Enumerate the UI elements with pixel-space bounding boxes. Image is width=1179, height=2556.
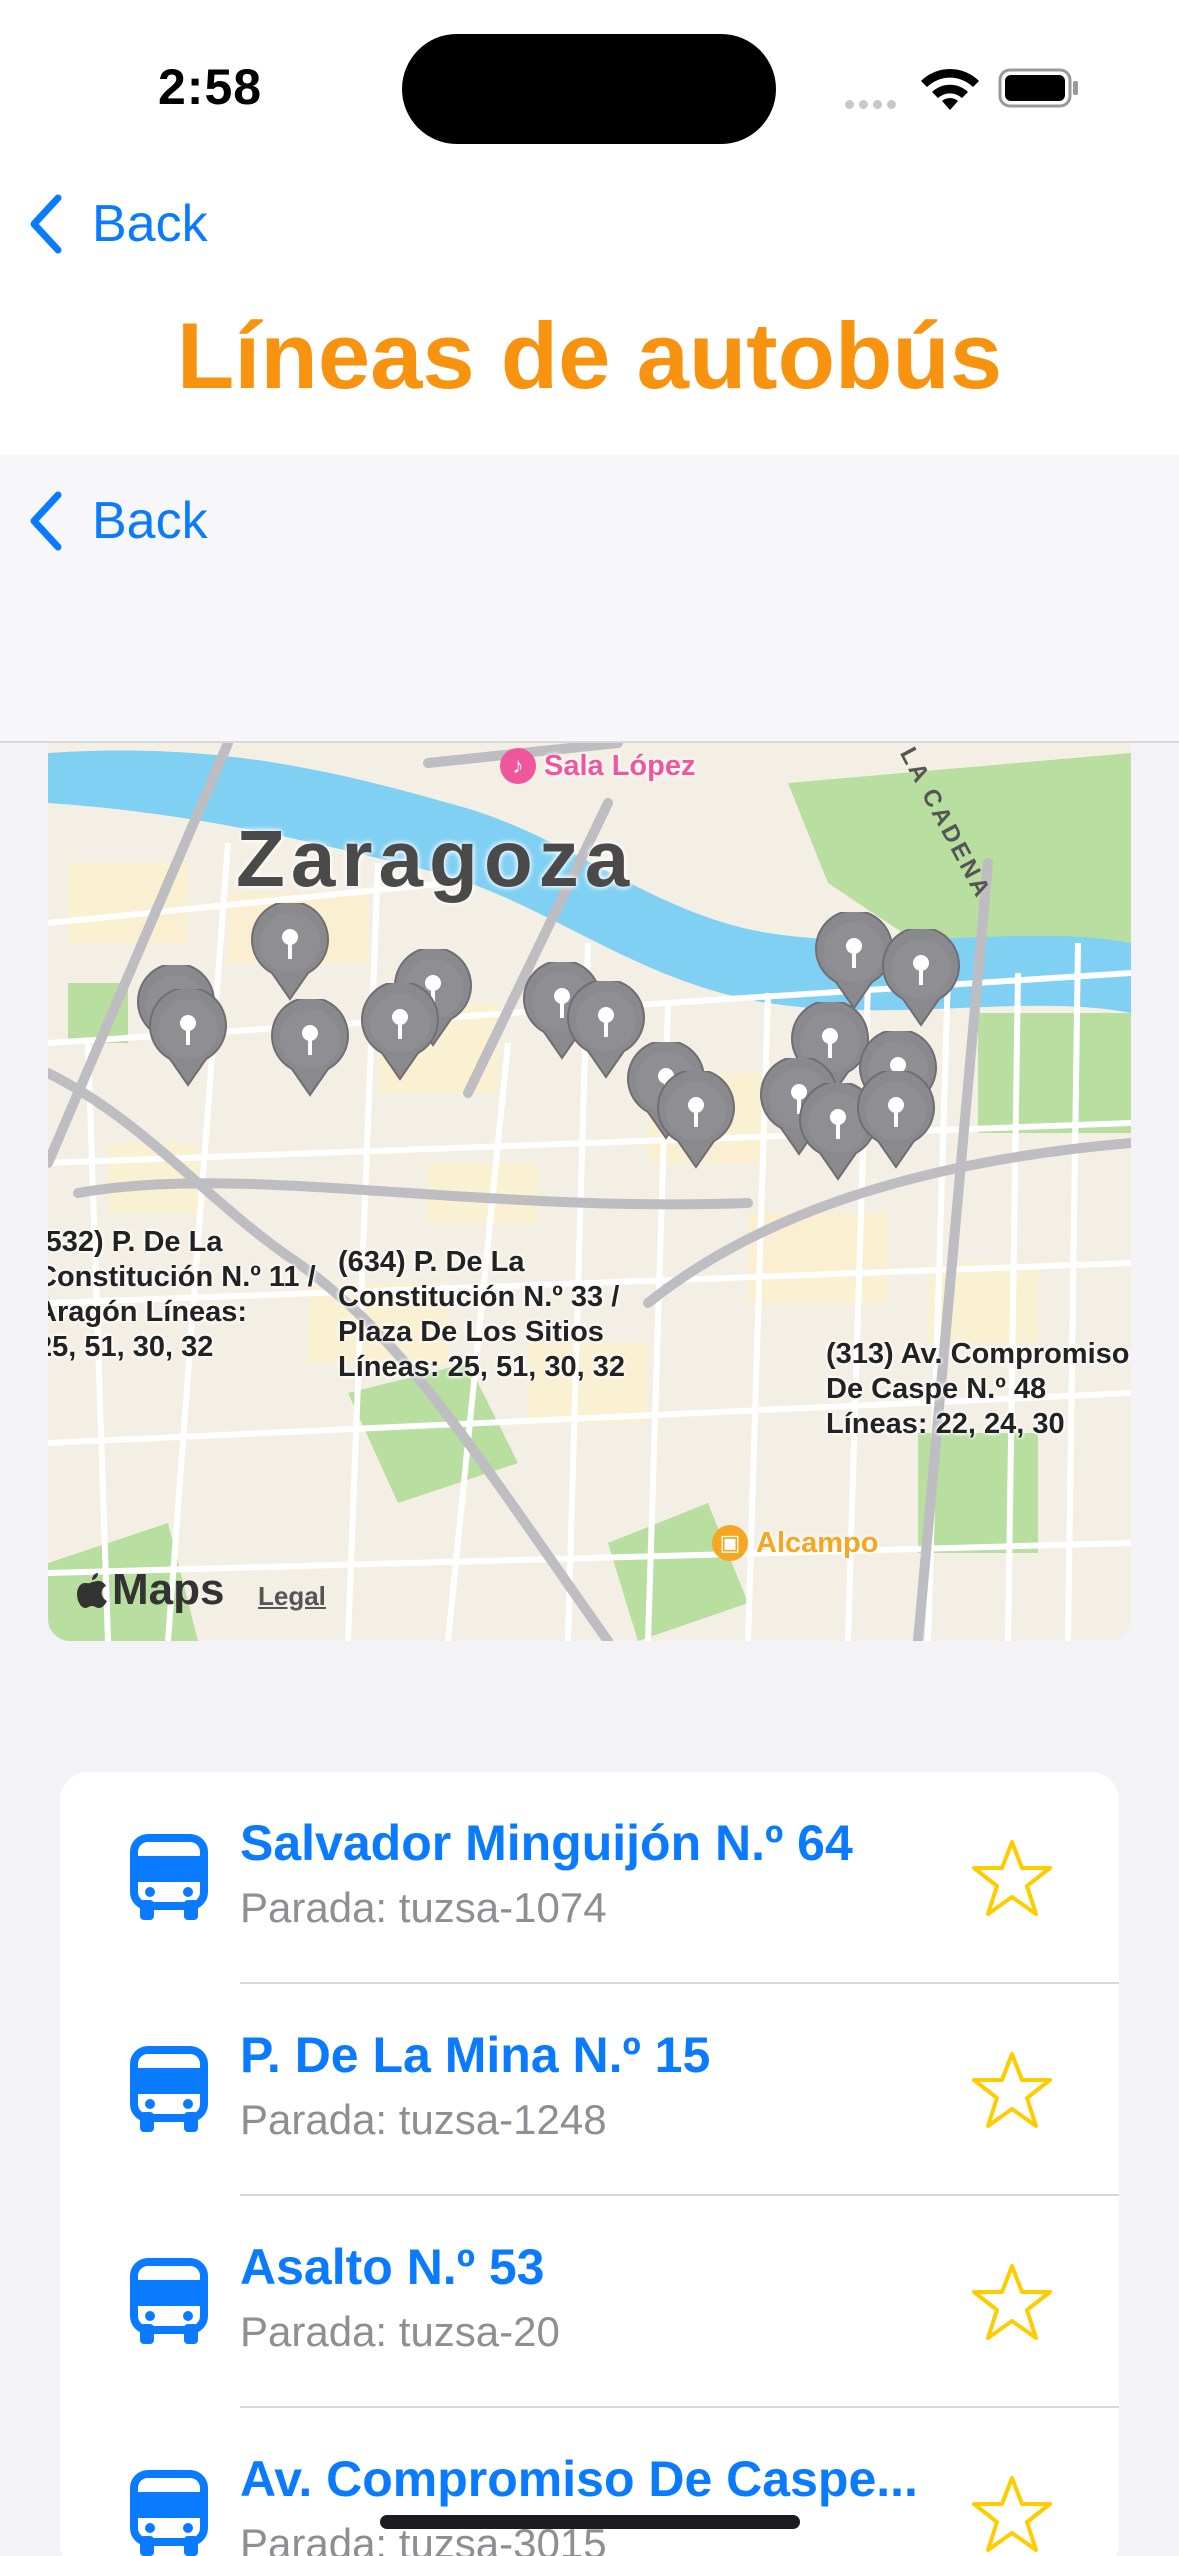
navigation-bar: Back Líneas de autobús <box>0 170 1179 455</box>
home-indicator[interactable] <box>380 2515 800 2529</box>
apple-logo-icon <box>77 1573 107 1608</box>
bus-icon <box>130 1834 208 1920</box>
chevron-left-icon <box>30 194 62 254</box>
cellular-signal-icon <box>845 96 901 114</box>
dynamic-island <box>402 34 776 144</box>
stop-list: Salvador Minguijón N.º 64 Parada: tuzsa-… <box>60 1772 1119 2556</box>
star-icon[interactable] <box>970 2472 1054 2556</box>
map-pin-icon[interactable] <box>248 903 332 1003</box>
poi-label: Sala López <box>544 749 696 782</box>
back-label: Back <box>92 195 208 253</box>
map-pin-icon[interactable] <box>146 989 230 1089</box>
map-pin-icon[interactable] <box>268 999 352 1099</box>
star-icon[interactable] <box>970 2260 1054 2344</box>
secondary-back-label: Back <box>92 492 208 550</box>
poi-sala-lopez[interactable]: ♪ Sala López <box>500 748 696 784</box>
secondary-navigation-bar: Back <box>0 455 1179 743</box>
chevron-left-icon <box>30 491 62 551</box>
bus-icon <box>130 2046 208 2132</box>
poi-label: Alcampo <box>756 1526 879 1559</box>
star-icon[interactable] <box>970 2048 1054 2132</box>
stop-name: P. De La Mina N.º 15 <box>240 2027 711 2083</box>
poi-alcampo[interactable]: ▣ Alcampo <box>712 1525 878 1561</box>
list-item[interactable]: P. De La Mina N.º 15 Parada: tuzsa-1248 <box>60 1984 1119 2196</box>
wifi-icon <box>921 68 979 110</box>
stop-id: Parada: tuzsa-1248 <box>240 2096 607 2143</box>
back-button[interactable]: Back <box>26 194 208 254</box>
page-title: Líneas de autobús <box>176 303 1003 408</box>
list-item[interactable]: Asalto N.º 53 Parada: tuzsa-20 <box>60 2196 1119 2408</box>
star-icon[interactable] <box>970 1836 1054 1920</box>
apple-maps-logo: Maps <box>76 1565 224 1615</box>
stop-name: Av. Compromiso De Caspe... <box>240 2451 918 2507</box>
bus-icon <box>130 2258 208 2344</box>
stop-name: Asalto N.º 53 <box>240 2239 545 2295</box>
stop-callout[interactable]: (532) P. De La Constitución N.º 11 / Ara… <box>48 1225 316 1365</box>
map-city-label: Zaragoza <box>236 814 636 903</box>
status-bar: 2:58 <box>0 0 1179 170</box>
stop-callout[interactable]: (634) P. De La Constitución N.º 33 / Pla… <box>338 1245 625 1385</box>
list-item[interactable]: Av. Compromiso De Caspe... Parada: tuzsa… <box>60 2408 1119 2556</box>
map-pin-icon[interactable] <box>854 1071 938 1171</box>
stop-id: Parada: tuzsa-1074 <box>240 1884 607 1931</box>
secondary-back-button[interactable]: Back <box>26 491 208 551</box>
maps-attribution: Maps <box>112 1565 225 1614</box>
stop-name: Salvador Minguijón N.º 64 <box>240 1815 853 1871</box>
stop-callout[interactable]: (313) Av. Compromiso De Caspe N.º 48 Lín… <box>826 1337 1129 1442</box>
legal-link[interactable]: Legal <box>258 1581 326 1612</box>
battery-icon <box>998 68 1078 108</box>
music-note-icon: ♪ <box>500 748 536 784</box>
status-time: 2:58 <box>158 59 263 115</box>
map-pin-icon[interactable] <box>654 1071 738 1171</box>
map-pin-icon[interactable] <box>358 983 442 1083</box>
bus-icon <box>130 2470 208 2556</box>
map-view[interactable]: Zaragoza ♪ Sala López ▣ Alcampo LA CADEN… <box>48 743 1131 1641</box>
shopping-bag-icon: ▣ <box>712 1525 748 1561</box>
map-pin-icon[interactable] <box>879 929 963 1029</box>
list-item[interactable]: Salvador Minguijón N.º 64 Parada: tuzsa-… <box>60 1772 1119 1984</box>
stop-id: Parada: tuzsa-20 <box>240 2308 560 2355</box>
